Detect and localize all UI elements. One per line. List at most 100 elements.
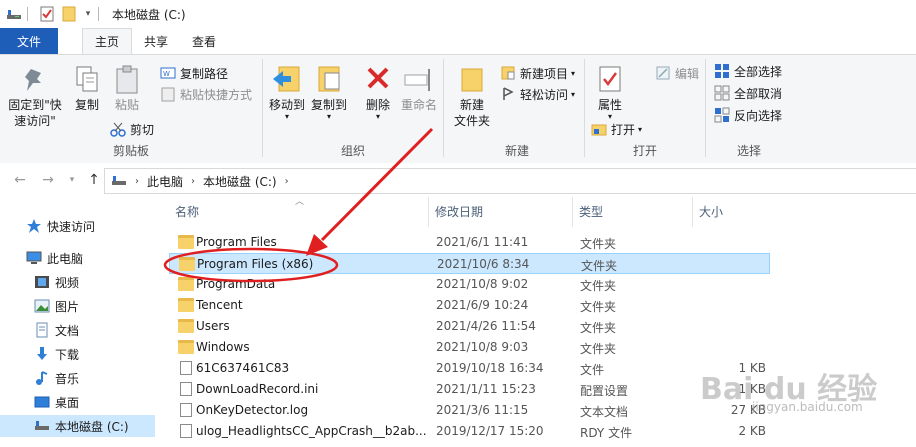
sidebar-item-desktop[interactable]: 桌面 (0, 391, 155, 413)
new-folder-quick-icon[interactable] (61, 6, 77, 22)
delete-button[interactable]: 删除 ▾ (361, 63, 395, 121)
paste-shortcut-icon (160, 86, 176, 102)
table-row-selected[interactable]: Program Files (x86) 2021/10/6 8:34 文件夹 (169, 253, 770, 274)
title-bar: ▾ 本地磁盘 (C:) (0, 0, 916, 28)
tab-share[interactable]: 共享 (132, 28, 180, 54)
easy-access-button[interactable]: 轻松访问 ▾ (500, 84, 575, 104)
sidebar-item-videos[interactable]: 视频 (0, 271, 155, 293)
properties-quick-icon[interactable] (39, 6, 55, 22)
watermark-url: jingyan.baidu.com (752, 400, 863, 414)
select-all-icon (714, 63, 730, 79)
table-row[interactable]: Tencent 2021/6/9 10:24 文件夹 (169, 295, 769, 316)
copy-path-button[interactable]: W 复制路径 (160, 63, 228, 83)
clipboard-group: 固定到"快 速访问" 复制 粘贴 W 复制路径 粘贴快捷方式 剪切 剪贴板 (0, 55, 262, 163)
properties-icon (594, 63, 626, 95)
drive-icon (111, 174, 127, 188)
breadcrumb-this-pc[interactable]: 此电脑 (147, 173, 183, 190)
move-to-button[interactable]: 移动到 ▾ (267, 63, 307, 121)
table-row[interactable]: Program Files 2021/6/1 11:41 文件夹 (169, 232, 769, 253)
folder-icon (179, 257, 195, 271)
table-row[interactable]: Windows 2021/10/8 9:03 文件夹 (169, 337, 769, 358)
address-bar[interactable]: › 此电脑 › 本地磁盘 (C:) › (104, 168, 916, 194)
ribbon: 固定到"快 速访问" 复制 粘贴 W 复制路径 粘贴快捷方式 剪切 剪贴板 移动… (0, 54, 916, 164)
pin-quick-access-button[interactable]: 固定到"快 速访问" (4, 63, 66, 129)
properties-button[interactable]: 属性 ▾ (593, 63, 627, 121)
navigation-bar: ← → ▾ ↑ › 此电脑 › 本地磁盘 (C:) › (0, 163, 916, 197)
select-group: 全部选择 全部取消 反向选择 选择 (706, 55, 792, 163)
desktop-icon (34, 394, 50, 410)
copy-to-button[interactable]: 复制到 ▾ (309, 63, 349, 121)
star-icon (26, 218, 42, 234)
paste-button[interactable]: 粘贴 (110, 63, 144, 113)
breadcrumb-chevron-icon[interactable]: › (191, 176, 195, 187)
drive-icon (34, 418, 50, 434)
navigation-pane: 快速访问 此电脑 视频 图片 文档 下载 音乐 桌面 本地磁盘 (C:) (0, 197, 155, 447)
breadcrumb-chevron-icon[interactable]: › (135, 176, 139, 187)
video-icon (34, 274, 50, 290)
sort-up-icon: ︿ (295, 197, 305, 207)
ribbon-tabs: 文件 主页 共享 查看 (0, 28, 916, 54)
copy-button[interactable]: 复制 (70, 63, 104, 113)
up-arrow-icon[interactable]: ↑ (86, 172, 102, 188)
folder-icon (178, 319, 194, 333)
open-button[interactable]: 打开 ▾ (591, 119, 642, 139)
sidebar-item-downloads[interactable]: 下载 (0, 343, 155, 365)
breadcrumb-chevron-icon[interactable]: › (285, 176, 289, 187)
invert-selection-icon (714, 107, 730, 123)
easy-access-icon (500, 86, 516, 102)
new-item-button[interactable]: 新建项目 ▾ (500, 63, 575, 83)
select-none-button[interactable]: 全部取消 (714, 83, 782, 103)
cut-button[interactable]: 剪切 (110, 119, 154, 139)
folder-icon (178, 235, 194, 249)
text-file-icon (180, 403, 192, 417)
rename-button[interactable]: 重命名 (399, 63, 439, 113)
table-row[interactable]: Users 2021/4/26 11:54 文件夹 (169, 316, 769, 337)
tab-home[interactable]: 主页 (82, 28, 133, 54)
sidebar-item-quick-access[interactable]: 快速访问 (0, 215, 155, 237)
file-icon (180, 424, 192, 438)
settings-file-icon (180, 382, 192, 396)
paste-shortcut-button[interactable]: 粘贴快捷方式 (160, 84, 252, 104)
copy-icon (71, 63, 103, 95)
download-icon (34, 346, 50, 362)
sidebar-item-music[interactable]: 音乐 (0, 367, 155, 389)
recent-locations-icon[interactable]: ▾ (64, 172, 80, 188)
music-icon (34, 370, 50, 386)
table-row[interactable]: ProgramData 2021/10/8 9:02 文件夹 (169, 274, 769, 295)
sidebar-item-local-disk[interactable]: 本地磁盘 (C:) (0, 415, 155, 437)
back-arrow-icon[interactable]: ← (12, 172, 28, 188)
customize-quick-access-icon[interactable]: ▾ (83, 6, 93, 22)
organize-group-label: 组织 (340, 144, 365, 158)
sidebar-item-this-pc[interactable]: 此电脑 (0, 247, 155, 269)
clipboard-group-label: 剪贴板 (112, 144, 149, 158)
column-header-type[interactable]: 类型 (579, 203, 603, 225)
forward-arrow-icon[interactable]: → (40, 172, 56, 188)
copy-path-icon: W (160, 65, 176, 81)
new-group: 新建 文件夹 新建项目 ▾ 轻松访问 ▾ 新建 (444, 55, 590, 163)
move-to-icon (271, 63, 303, 95)
table-row[interactable]: ulog_HeadlightsCC_AppCrash__b2ab... 2019… (169, 421, 769, 442)
new-folder-button[interactable]: 新建 文件夹 (452, 63, 492, 129)
tab-file[interactable]: 文件 (0, 28, 58, 54)
picture-icon (34, 298, 50, 314)
sidebar-item-pictures[interactable]: 图片 (0, 295, 155, 317)
pin-icon (19, 63, 51, 95)
column-header-date[interactable]: 修改日期 (435, 203, 483, 225)
folder-icon (178, 340, 194, 354)
table-row[interactable]: OnKeyDetector.log 2021/3/6 11:15 文本文档 27… (169, 400, 769, 421)
table-row[interactable]: DownLoadRecord.ini 2021/1/11 15:23 配置设置 … (169, 379, 769, 400)
file-icon (180, 361, 192, 375)
table-row[interactable]: 61C637461C83 2019/10/18 16:34 文件 1 KB (169, 358, 769, 379)
column-header-name[interactable]: 名称 (175, 203, 199, 225)
computer-icon (26, 250, 42, 266)
open-group: 属性 ▾ 打开 ▾ 编辑 打开 (585, 55, 705, 163)
open-group-label: 打开 (632, 144, 657, 158)
edit-button[interactable]: 编辑 (655, 63, 699, 83)
select-all-button[interactable]: 全部选择 (714, 61, 782, 81)
tab-view[interactable]: 查看 (180, 28, 228, 54)
clipboard-icon (111, 63, 143, 95)
invert-selection-button[interactable]: 反向选择 (714, 105, 782, 125)
sidebar-item-documents[interactable]: 文档 (0, 319, 155, 341)
column-header-size[interactable]: 大小 (699, 203, 723, 225)
breadcrumb-local-disk[interactable]: 本地磁盘 (C:) (203, 173, 277, 190)
